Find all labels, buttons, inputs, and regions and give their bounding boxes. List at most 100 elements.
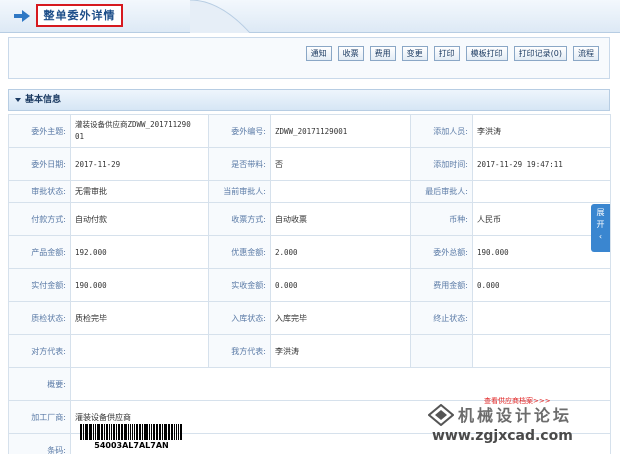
barcode-bar [89,424,92,440]
page-header: 整单委外详情 [0,0,620,33]
field-label: 委外主题: [8,114,71,148]
outsource-total-value: 190.000 [472,235,611,269]
barcode-bar [167,424,169,440]
barcode-bar [82,424,84,440]
barcode-bar [84,424,86,440]
table-row: 审批状态: 无需审批 当前审批人: 最后审批人: [8,180,611,203]
barcode-bar [141,424,143,440]
outsource-date-value: 2017-11-29 [70,147,209,181]
field-label: 入库状态: [208,301,271,335]
field-label: 实收金额: [208,268,271,302]
barcode-bar [157,424,159,440]
barcode-bar [94,424,96,440]
arrow-right-icon [14,10,30,22]
discount-amount-value: 2.000 [270,235,411,269]
field-label: 费用金额: [410,268,473,302]
collapse-triangle-icon[interactable] [15,97,21,102]
expand-side-tab[interactable]: 展 开 ‹ [591,204,610,252]
actual-received-value: 0.000 [270,268,411,302]
barcode-bar [111,424,113,440]
barcode-bar [143,424,145,440]
field-label: 当前审批人: [208,180,271,203]
barcode-bar [180,424,183,440]
field-label: 条码: [8,433,71,454]
actual-paid-value: 190.000 [70,268,209,302]
counterpart-rep-value [70,334,209,368]
field-label: 币种: [410,202,473,236]
field-label: 对方代表: [8,334,71,368]
process-button[interactable]: 流程 [573,46,599,61]
table-row: 质检状态: 质检完毕 入库状态: 入库完毕 终止状态: [8,301,611,335]
field-label: 添加时间: [410,147,473,181]
expense-amount-value: 0.000 [472,268,611,302]
barcode-bar [155,424,157,440]
expense-button[interactable]: 费用 [369,46,396,61]
barcode-bar [124,424,127,440]
notify-button[interactable]: 通知 [305,46,332,61]
barcode-bar [163,424,167,440]
barcode-bar [171,424,173,440]
barcode-bar [92,424,94,440]
section-title: 基本信息 [25,95,62,105]
barcode-bar [136,424,138,440]
field-label: 终止状态: [410,301,473,335]
barcode-bar [115,424,117,440]
barcode-bar [162,424,163,440]
field-label: 委外编号: [208,114,271,148]
field-label: 添加人员: [410,114,473,148]
field-label: 收票方式: [208,202,271,236]
watermark-url-text: www.zgjxcad.com [432,428,573,444]
qc-status-value: 质检完毕 [70,301,209,335]
print-record-button[interactable]: 打印记录(0) [513,46,567,61]
table-row: 付款方式: 自动付款 收票方式: 自动收票 币种: 人民币 [8,202,611,236]
barcode-bar [105,424,109,440]
section-header-basic-info[interactable]: 基本信息 [8,89,610,111]
field-label [410,334,473,368]
header-tab-curve [190,0,250,33]
barcode-bar [150,424,152,440]
barcode-bar [132,424,134,440]
barcode-bar [103,424,105,440]
field-label: 委外总额: [410,235,473,269]
template-print-button[interactable]: 模板打印 [465,46,508,61]
stock-in-status-value: 入库完毕 [270,301,411,335]
field-label: 优惠金额: [208,235,271,269]
change-button[interactable]: 变更 [401,46,428,61]
barcode-bar [120,424,122,440]
empty-cell [472,334,611,368]
field-label: 加工厂商: [8,400,71,434]
barcode-bar [96,424,98,440]
barcode-bar [138,424,141,440]
barcode-bar [117,424,120,440]
field-label: 审批状态: [8,180,71,203]
barcode-bar [109,424,111,440]
barcode-bar [98,424,101,440]
field-label: 实付金额: [8,268,71,302]
barcode: 54003AL7AL7AN [80,424,183,454]
table-row: 委外日期: 2017-11-29 是否带料: 否 添加时间: 2017-11-2… [8,147,611,181]
terminate-status-value [472,301,611,335]
print-button[interactable]: 打印 [433,46,460,61]
last-approver-value [472,180,611,203]
barcode-text: 54003AL7AL7AN [94,441,169,450]
barcode-bar [129,424,132,440]
side-tab-char: 展 [596,208,605,217]
product-amount-value: 192.000 [70,235,209,269]
receive-invoice-button[interactable]: 收票 [337,46,364,61]
diamond-logo-icon [428,404,454,426]
chevron-left-icon: ‹ [598,232,603,241]
field-label: 付款方式: [8,202,71,236]
table-row: 委外主题: 灌装设备供应商ZDWW_201711290 01 委外编号: ZDWW… [8,114,611,148]
watermark: 机械设计论坛 www.zgjxcad.com [428,400,618,454]
field-label: 概要: [8,367,71,401]
current-approver-value [270,180,411,203]
barcode-bar [80,424,82,440]
approval-status-value: 无需审批 [70,180,209,203]
barcode-bar [127,424,129,440]
adder-value: 李洪涛 [472,114,611,148]
barcode-bar [149,424,150,440]
barcode-bar [169,424,171,440]
field-label: 我方代表: [208,334,271,368]
outsource-subject-value: 灌装设备供应商ZDWW_201711290 01 [70,114,209,148]
outsource-no-value: ZDWW_20171129001 [270,114,411,148]
